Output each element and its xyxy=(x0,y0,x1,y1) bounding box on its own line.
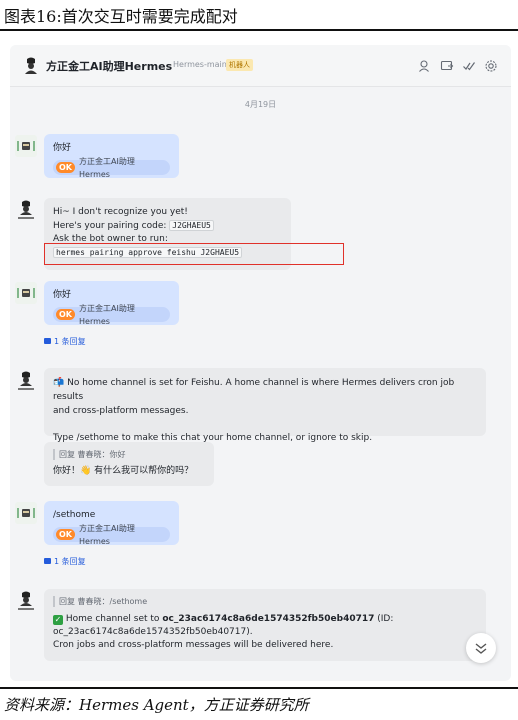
ok-reaction-chip[interactable]: OK 方正金工AI助理Hermes xyxy=(53,524,170,546)
pairing-code-label: Here's your pairing code: xyxy=(53,221,167,231)
home-set-prefix: Home channel set to xyxy=(65,614,160,624)
bot-greeting-reply[interactable]: 回复 曹春晓：你好 你好！👋 有什么我可以帮你的吗？ xyxy=(44,442,214,486)
bot-name[interactable]: 方正金工AI助理Hermes xyxy=(46,58,172,74)
pairing-code[interactable]: J2GHAEU5 xyxy=(169,220,214,231)
ok-reaction-chip[interactable]: OK 方正金工AI助理Hermes xyxy=(53,304,170,326)
bot-avatar-icon[interactable] xyxy=(15,370,37,392)
reply-quote: 回复 曹春晓：/sethome xyxy=(53,596,477,607)
bot-avatar-icon[interactable] xyxy=(15,199,37,221)
reply-thread-icon xyxy=(44,558,51,564)
window-share-icon[interactable] xyxy=(440,59,454,73)
bot-avatar-icon[interactable] xyxy=(15,590,37,612)
reply-thread-icon xyxy=(44,338,51,344)
reply-count-link[interactable]: 1 条回复 xyxy=(44,336,86,347)
message-text: /sethome xyxy=(53,510,96,520)
figure-title: 图表16:首次交互时需要完成配对 xyxy=(4,7,238,26)
command-highlight-box xyxy=(44,243,344,265)
bot-home-channel-set-message[interactable]: 回复 曹春晓：/sethome ✓ Home channel set to oc… xyxy=(44,589,486,661)
chip-label: 方正金工AI助理Hermes xyxy=(79,303,135,326)
bot-subtitle: Hermes-main xyxy=(173,60,227,69)
bottom-rule xyxy=(0,687,518,689)
mailbox-icon: 📬 xyxy=(53,378,65,388)
ok-badge: OK xyxy=(56,529,75,540)
settings-gear-icon[interactable] xyxy=(484,59,498,73)
check-tasks-icon[interactable] xyxy=(462,59,476,73)
pairing-greeting: Hi~ I don't recognize you yet! xyxy=(53,207,188,217)
bot-badge: 机器人 xyxy=(226,59,253,71)
message-text: 你好 xyxy=(53,143,72,153)
scroll-to-bottom-button[interactable] xyxy=(466,633,496,663)
ok-badge: OK xyxy=(56,309,75,320)
home-channel-line2: and cross-platform messages. xyxy=(53,406,189,416)
home-channel-id: oc_23ac6174c8a6de1574352fb50eb40717 xyxy=(162,614,375,624)
chip-label: 方正金工AI助理Hermes xyxy=(79,523,135,546)
reply-quote: 回复 曹春晓：你好 xyxy=(53,449,205,460)
home-channel-id-repeat: oc_23ac6174c8a6de1574352fb50eb40717). xyxy=(53,627,253,637)
user-message-2[interactable]: 你好 OK 方正金工AI助理Hermes xyxy=(44,281,179,326)
user-sethome-message[interactable]: /sethome OK 方正金工AI助理Hermes xyxy=(44,501,179,546)
ok-badge: OK xyxy=(56,162,75,173)
user-avatar-icon[interactable] xyxy=(15,502,37,524)
double-chevron-down-icon xyxy=(475,643,487,654)
greeting-reply-text: 你好！👋 有什么我可以帮你的吗？ xyxy=(53,466,194,476)
user-avatar-icon[interactable] xyxy=(15,282,37,304)
home-channel-line1: No home channel is set for Feishu. A hom… xyxy=(53,378,455,402)
figure-source: 资料来源：Hermes Agent，方正证券研究所 xyxy=(4,696,309,714)
chip-label: 方正金工AI助理Hermes xyxy=(79,156,135,179)
user-search-icon[interactable] xyxy=(418,59,432,73)
home-set-note: Cron jobs and cross-platform messages wi… xyxy=(53,640,334,650)
user-avatar-icon[interactable] xyxy=(15,135,37,157)
top-rule xyxy=(0,29,518,31)
date-divider: 4月19日 xyxy=(244,100,277,109)
bot-home-channel-message[interactable]: 📬 No home channel is set for Feishu. A h… xyxy=(44,368,486,443)
checkmark-icon: ✓ xyxy=(53,615,63,625)
ok-reaction-chip[interactable]: OK 方正金工AI助理Hermes xyxy=(53,157,170,179)
home-set-suffix: (ID: xyxy=(377,614,394,624)
bot-avatar-icon[interactable] xyxy=(20,55,42,77)
message-text: 你好 xyxy=(53,290,72,300)
chat-header: 方正金工AI助理Hermes Hermes-main 机器人 xyxy=(10,45,511,87)
reply-count-link[interactable]: 1 条回复 xyxy=(44,556,86,567)
user-message-1[interactable]: 你好 OK 方正金工AI助理Hermes xyxy=(44,134,179,179)
chat-window: 方正金工AI助理Hermes Hermes-main 机器人 4月19日 你好 xyxy=(10,45,511,681)
